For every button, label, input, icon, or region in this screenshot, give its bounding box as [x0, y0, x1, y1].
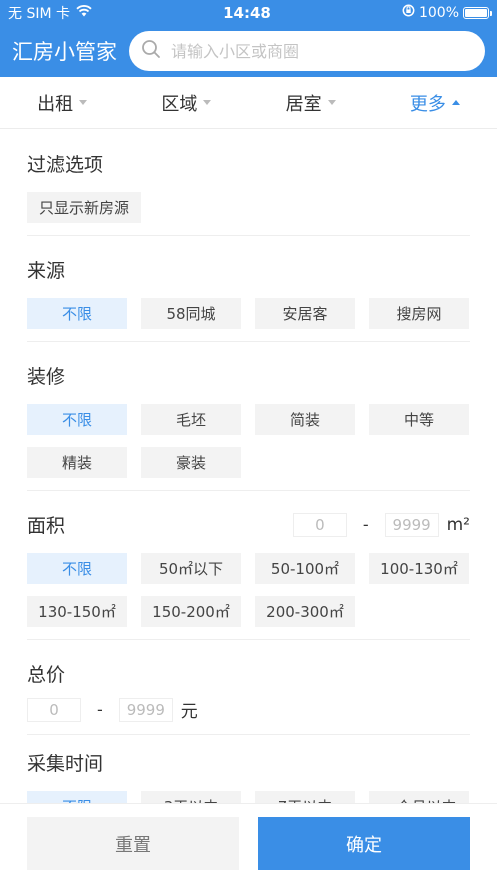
tab-more[interactable]: 更多	[373, 90, 497, 116]
section-decoration: 装修 不限 毛坯 简装 中等 精装 豪装	[27, 342, 470, 491]
caret-down-icon	[79, 100, 88, 105]
chip-decoration-simple[interactable]: 简装	[255, 404, 355, 435]
section-source: 来源 不限 58同城 安居客 搜房网	[27, 236, 470, 342]
tab-rooms[interactable]: 居室	[249, 90, 373, 116]
clock: 14:48	[223, 3, 271, 22]
chip-area-under-50[interactable]: 50㎡以下	[141, 553, 241, 584]
tab-label: 出租	[37, 93, 74, 115]
caret-down-icon	[203, 100, 212, 105]
carrier-label: 无 SIM 卡	[8, 5, 70, 22]
search-input[interactable]	[171, 41, 473, 61]
tab-label: 区域	[161, 93, 198, 115]
filter-screen: 无 SIM 卡 14:48 100% 汇房小管家 请输入小区或商圈 出租 区域 …	[0, 0, 497, 883]
section-title: 总价	[27, 664, 66, 686]
chip-time-7days[interactable]: 7天以内	[255, 791, 355, 803]
wifi-icon	[76, 4, 92, 21]
section-title: 采集时间	[27, 753, 104, 775]
chip-area-200-300[interactable]: 200-300㎡	[255, 596, 355, 627]
chip-time-1month[interactable]: 一个月以内	[369, 791, 469, 803]
filter-panel: 过滤选项 只显示新房源 来源 不限 58同城 安居客 搜房网 装修 不限 毛坯 …	[0, 130, 497, 803]
tab-region[interactable]: 区域	[124, 90, 248, 116]
range-dash: -	[97, 700, 103, 719]
price-unit: 元	[180, 702, 198, 722]
orientation-lock-icon	[402, 4, 415, 21]
section-title: 来源	[27, 260, 66, 282]
chip-decoration-any[interactable]: 不限	[27, 404, 127, 435]
section-title: 装修	[27, 366, 66, 388]
chip-area-130-150[interactable]: 130-150㎡	[27, 596, 127, 627]
area-min-input[interactable]: 0	[292, 512, 347, 537]
section-price: 总价 0 - 9999 元	[27, 640, 470, 735]
battery-percent: 100%	[418, 4, 459, 21]
footer-actions: 重置 确定	[0, 803, 497, 883]
chip-area-50-100[interactable]: 50-100㎡	[255, 553, 355, 584]
app-title: 汇房小管家	[12, 40, 117, 64]
section-title: 过滤选项	[27, 154, 104, 176]
area-range: 0 - 9999 m²	[292, 512, 470, 537]
battery-icon	[463, 6, 492, 19]
chip-area-100-130[interactable]: 100-130㎡	[369, 553, 469, 584]
chip-source-soufun[interactable]: 搜房网	[369, 298, 469, 329]
area-max-input[interactable]: 9999	[384, 512, 439, 537]
tab-label: 居室	[285, 93, 322, 115]
chip-decoration-luxury[interactable]: 豪装	[141, 447, 241, 478]
range-dash: -	[362, 515, 369, 534]
price-range: 0 - 9999 元	[27, 697, 470, 722]
chip-time-3days[interactable]: 3天以内	[141, 791, 241, 803]
caret-down-icon	[327, 100, 336, 105]
section-title: 面积	[27, 515, 66, 537]
tab-rent[interactable]: 出租	[0, 90, 124, 116]
caret-up-icon	[451, 100, 460, 105]
tab-label: 更多	[409, 93, 446, 115]
section-options: 过滤选项 只显示新房源	[27, 130, 470, 236]
chip-decoration-medium[interactable]: 中等	[369, 404, 469, 435]
reset-button[interactable]: 重置	[27, 817, 239, 870]
nav-bar: 汇房小管家	[0, 25, 497, 77]
chip-area-any[interactable]: 不限	[27, 553, 127, 584]
filter-tabs: 出租 区域 居室 更多	[0, 77, 497, 129]
price-max-input[interactable]: 9999	[118, 697, 173, 722]
search-icon	[141, 39, 161, 63]
search-box[interactable]	[129, 31, 485, 71]
chip-decoration-rough[interactable]: 毛坯	[141, 404, 241, 435]
price-min-input[interactable]: 0	[27, 697, 81, 722]
area-unit: m²	[446, 514, 470, 535]
chip-area-150-200[interactable]: 150-200㎡	[141, 596, 241, 627]
chip-time-any[interactable]: 不限	[27, 791, 127, 803]
chip-decoration-fine[interactable]: 精装	[27, 447, 127, 478]
chip-source-any[interactable]: 不限	[27, 298, 127, 329]
top-bar: 无 SIM 卡 14:48 100% 汇房小管家	[0, 0, 497, 77]
chip-source-anjuke[interactable]: 安居客	[255, 298, 355, 329]
status-bar: 无 SIM 卡 14:48 100%	[0, 0, 497, 25]
section-collect-time: 采集时间 不限 3天以内 7天以内 一个月以内	[27, 735, 470, 803]
confirm-button[interactable]: 确定	[258, 817, 470, 870]
chip-new-only[interactable]: 只显示新房源	[27, 192, 142, 223]
section-area: 面积 0 - 9999 m² 不限 50㎡以下 50-100㎡ 100-130㎡…	[27, 491, 470, 640]
chip-source-58[interactable]: 58同城	[141, 298, 241, 329]
